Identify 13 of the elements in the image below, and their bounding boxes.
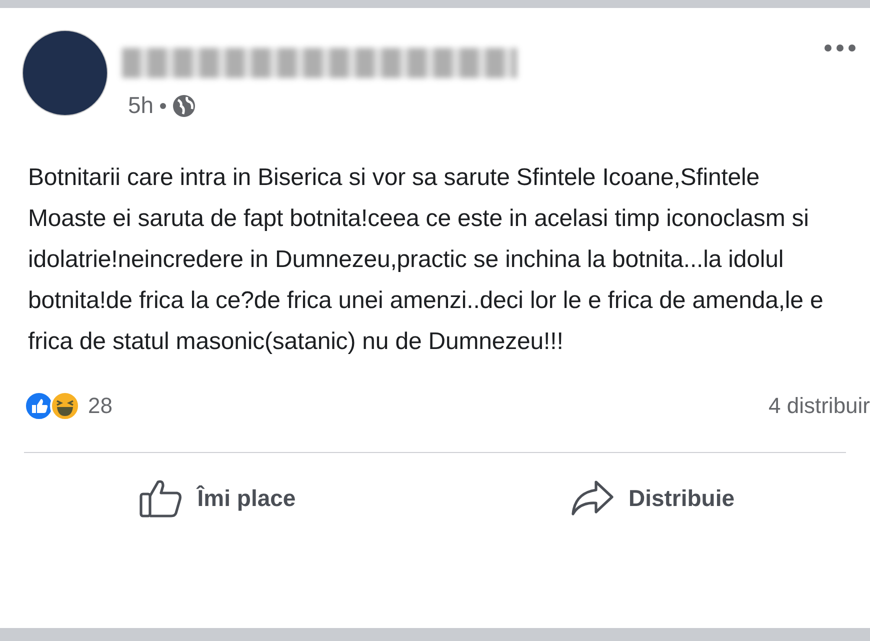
more-options-icon[interactable] [824, 44, 856, 52]
like-reaction-icon [24, 391, 54, 421]
reaction-count[interactable]: 28 [88, 393, 112, 419]
like-button[interactable]: Îmi place [0, 453, 435, 543]
share-arrow-icon [570, 479, 614, 517]
dot-separator-icon [160, 102, 166, 108]
share-button[interactable]: Distribuie [435, 453, 870, 543]
post-text: Botnitarii care intra in Biserica si vor sa sarute Sfintele Icoane,Sfintele Moaste ei saruta de fapt botnita!ceea ce este in acelasi timp iconoclasm si idolatrie!neincredere in Dumnezeu,practic se inchina la botnita...la idolul botnita!de frica la ce?de frica unei amenzi..deci lor le e frica de amenda,le e frica de statul masonic(satanic) nu de Dumnezeu!!! [27, 163, 824, 357]
post-time[interactable]: 5h [128, 92, 154, 119]
laughing-reaction-icon [50, 391, 80, 421]
thumbs-up-icon [139, 478, 184, 518]
globe-icon [172, 94, 196, 118]
share-count[interactable]: 4 distribuir [768, 393, 870, 419]
